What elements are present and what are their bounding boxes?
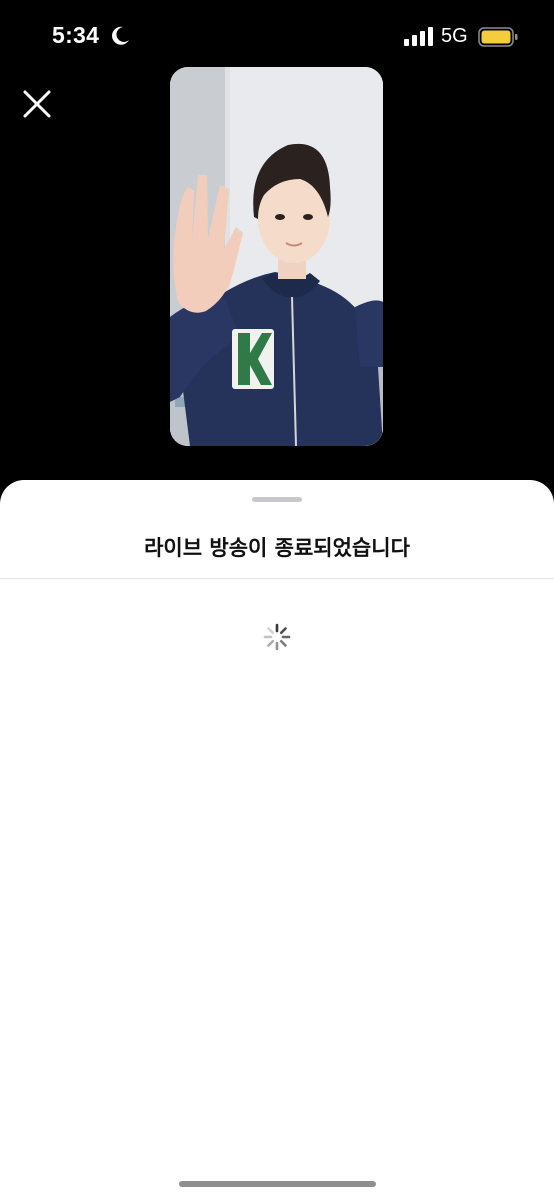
- live-ended-screen: 5:34 5G 라이브 방송이 종료되었습니다: [0, 0, 554, 1200]
- home-indicator[interactable]: [179, 1181, 376, 1187]
- signal-icon: [404, 27, 433, 46]
- sheet-divider: [0, 578, 554, 579]
- bottom-sheet: 라이브 방송이 종료되었습니다: [0, 480, 554, 1200]
- battery-icon: [478, 27, 518, 47]
- spinner-icon: [263, 623, 291, 651]
- sheet-title: 라이브 방송이 종료되었습니다: [144, 536, 410, 560]
- status-bar: 5:34 5G: [0, 0, 554, 72]
- moon-icon: [112, 26, 129, 45]
- status-time: 5:34: [52, 22, 100, 48]
- sheet-drag-handle[interactable]: [252, 497, 302, 502]
- network-label: 5G: [441, 25, 468, 47]
- close-icon[interactable]: [18, 85, 56, 123]
- live-video-thumbnail: [170, 67, 383, 446]
